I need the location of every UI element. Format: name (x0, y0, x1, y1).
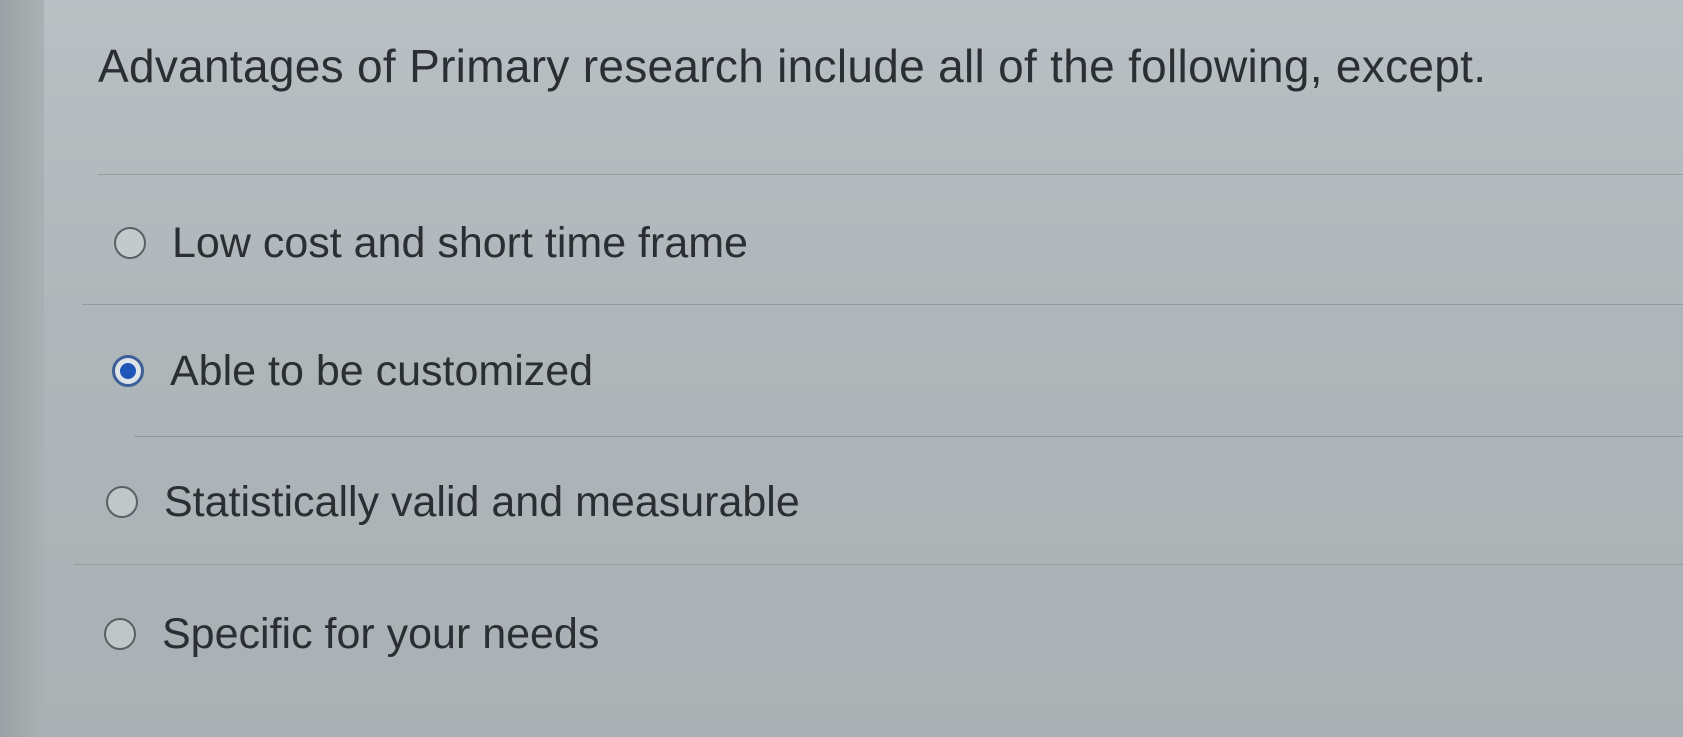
divider (82, 304, 1683, 305)
option-0[interactable]: Low cost and short time frame (114, 215, 748, 271)
quiz-screen: Advantages of Primary research include a… (0, 0, 1683, 737)
divider (98, 174, 1683, 175)
option-label: Low cost and short time frame (172, 219, 748, 267)
option-3[interactable]: Specific for your needs (104, 606, 599, 662)
radio-button-icon[interactable] (114, 227, 146, 259)
radio-button-selected-icon[interactable] (112, 355, 144, 387)
divider (74, 564, 1683, 565)
option-1[interactable]: Able to be customized (112, 343, 593, 399)
left-border (0, 0, 44, 737)
option-label: Statistically valid and measurable (164, 478, 800, 526)
radio-button-icon[interactable] (104, 618, 136, 650)
option-2[interactable]: Statistically valid and measurable (106, 474, 800, 530)
radio-button-icon[interactable] (106, 486, 138, 518)
option-label: Able to be customized (170, 347, 594, 395)
option-label: Specific for your needs (162, 610, 600, 658)
question-text: Advantages of Primary research include a… (98, 40, 1487, 92)
divider (134, 436, 1683, 437)
